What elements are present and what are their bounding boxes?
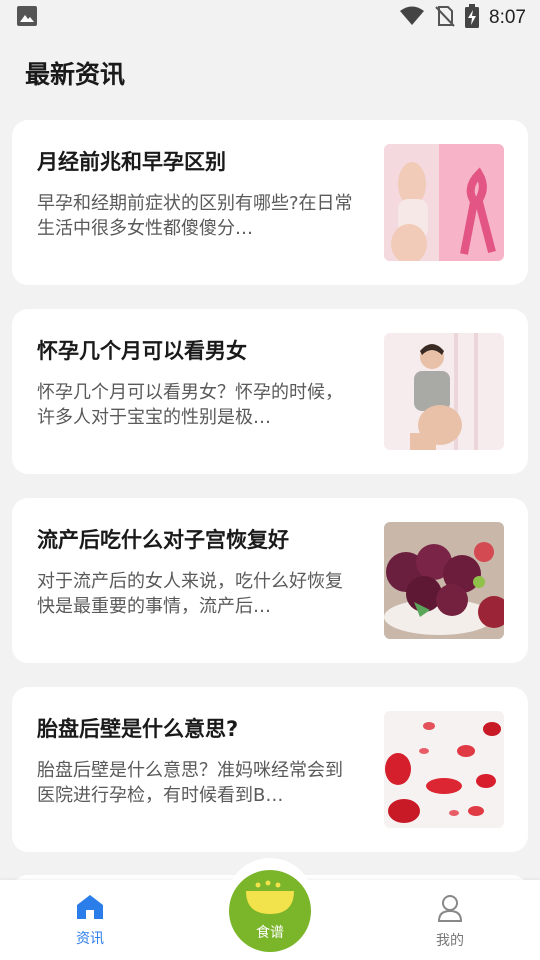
article-card[interactable]: 流产后吃什么对子宫恢复好 对于流产后的女人来说，吃什么好恢复快是最重要的事情，流… <box>12 498 528 663</box>
tab-recipes[interactable]: 食谱 <box>229 870 311 952</box>
user-icon <box>437 895 463 926</box>
article-summary: 对于流产后的女人来说，吃什么好恢复快是最重要的事情，流产后… <box>37 571 343 617</box>
article-feed: 月经前兆和早孕区别 早孕和经期前症状的区别有哪些?在日常生活中很多女性都傻傻分…… <box>12 120 528 876</box>
article-card[interactable]: 月经前兆和早孕区别 早孕和经期前症状的区别有哪些?在日常生活中很多女性都傻傻分… <box>12 120 528 285</box>
article-summary: 怀孕几个月可以看男女？怀孕的时候，许多人对于宝宝的性别是极… <box>37 382 343 428</box>
article-title: 怀孕几个月可以看男女 <box>37 339 247 363</box>
article-card[interactable]: 胎盘后壁是什么意思? 胎盘后壁是什么意思？准妈咪经常会到医院进行孕检，有时候看到… <box>12 687 528 852</box>
no-sim-icon <box>435 5 455 31</box>
pink-ribbon-woman-image <box>384 144 504 261</box>
tab-news-label: 资讯 <box>76 931 104 947</box>
pregnant-woman-image <box>384 333 504 450</box>
page-title: 最新资讯 <box>25 60 126 89</box>
article-summary: 胎盘后壁是什么意思？准妈咪经常会到医院进行孕检，有时候看到B… <box>37 760 343 806</box>
home-icon <box>76 895 104 924</box>
bayberry-fruit-image <box>384 522 504 639</box>
tab-mine[interactable]: 我的 <box>410 894 490 950</box>
tab-news[interactable]: 资讯 <box>50 894 130 948</box>
article-card[interactable]: 怀孕几个月可以看男女 怀孕几个月可以看男女？怀孕的时候，许多人对于宝宝的性别是极… <box>12 309 528 474</box>
article-summary: 早孕和经期前症状的区别有哪些?在日常生活中很多女性都傻傻分… <box>37 193 353 239</box>
tab-recipes-label: 食谱 <box>256 925 284 941</box>
article-title: 胎盘后壁是什么意思? <box>37 717 239 741</box>
status-bar: 8:07 <box>0 0 540 36</box>
bowl-icon <box>244 880 296 920</box>
article-title: 流产后吃什么对子宫恢复好 <box>37 528 289 552</box>
status-time: 8:07 <box>489 7 526 28</box>
image-icon <box>16 5 38 31</box>
wifi-icon <box>399 6 425 30</box>
article-title: 月经前兆和早孕区别 <box>37 150 226 174</box>
battery-charging-icon <box>465 4 480 32</box>
red-blood-cells-image <box>384 711 504 828</box>
tab-mine-label: 我的 <box>436 933 464 949</box>
